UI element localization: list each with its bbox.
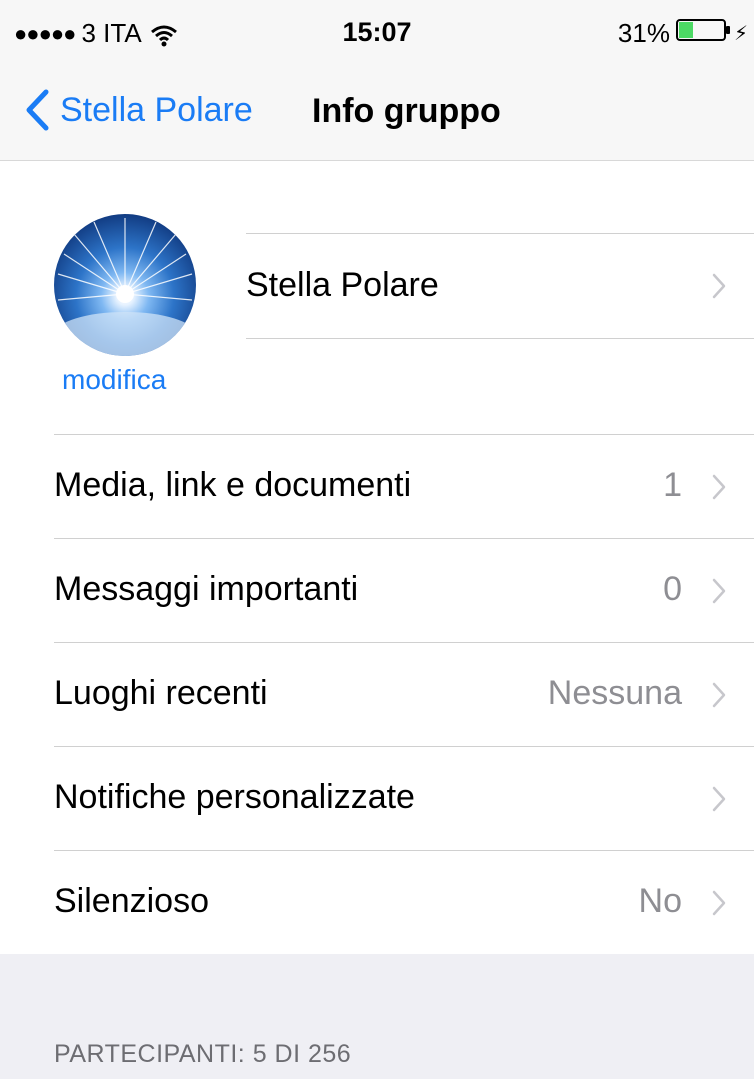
edit-avatar-link[interactable]: modifica bbox=[62, 364, 166, 396]
row-value: 0 bbox=[663, 570, 682, 608]
settings-list: Media, link e documenti 1 Messaggi impor… bbox=[0, 434, 754, 954]
row-starred-messages[interactable]: Messaggi importanti 0 bbox=[0, 538, 754, 642]
charging-bolt-icon: ⚡ bbox=[733, 23, 748, 45]
chevron-right-icon bbox=[712, 890, 726, 916]
row-media-links-docs[interactable]: Media, link e documenti 1 bbox=[0, 434, 754, 538]
row-value: Nessuna bbox=[547, 674, 682, 712]
row-label: Luoghi recenti bbox=[54, 674, 268, 712]
row-label: Media, link e documenti bbox=[54, 466, 412, 504]
row-value: No bbox=[638, 882, 682, 920]
chevron-right-icon bbox=[712, 682, 726, 708]
status-right: 31% ⚡ bbox=[618, 18, 748, 49]
page-title: Info gruppo bbox=[312, 92, 501, 130]
row-separator bbox=[54, 850, 754, 851]
row-separator bbox=[54, 746, 754, 747]
back-button[interactable]: Stella Polare bbox=[24, 88, 253, 132]
row-label: Silenzioso bbox=[54, 882, 209, 920]
star-burst-image bbox=[55, 218, 195, 356]
row-separator bbox=[54, 538, 754, 539]
row-label: Messaggi importanti bbox=[54, 570, 359, 608]
row-label: Notifiche personalizzate bbox=[54, 778, 415, 816]
back-button-label: Stella Polare bbox=[60, 90, 253, 129]
participants-header: PARTECIPANTI: 5 DI 256 bbox=[54, 1040, 352, 1068]
battery-icon bbox=[675, 18, 732, 49]
group-header: modifica Stella Polare bbox=[0, 161, 754, 434]
row-value: 1 bbox=[663, 466, 682, 504]
chevron-right-icon bbox=[712, 786, 726, 812]
battery-percent: 31% bbox=[617, 18, 670, 48]
group-name: Stella Polare bbox=[246, 266, 439, 304]
status-bar: ●●●●● 3 ITA 15:07 31% ⚡ bbox=[0, 0, 754, 62]
group-name-row[interactable]: Stella Polare bbox=[246, 233, 754, 339]
chevron-right-icon bbox=[712, 474, 726, 500]
chevron-right-icon bbox=[712, 273, 726, 299]
group-avatar[interactable] bbox=[54, 214, 196, 356]
row-recent-locations[interactable]: Luoghi recenti Nessuna bbox=[0, 642, 754, 746]
row-separator bbox=[54, 434, 754, 435]
row-separator bbox=[54, 642, 754, 643]
navigation-bar: Stella Polare Info gruppo bbox=[0, 62, 754, 161]
row-mute[interactable]: Silenzioso No bbox=[0, 850, 754, 954]
chevron-left-icon bbox=[26, 89, 49, 131]
chevron-right-icon bbox=[712, 578, 726, 604]
row-custom-notifications[interactable]: Notifiche personalizzate bbox=[0, 746, 754, 850]
